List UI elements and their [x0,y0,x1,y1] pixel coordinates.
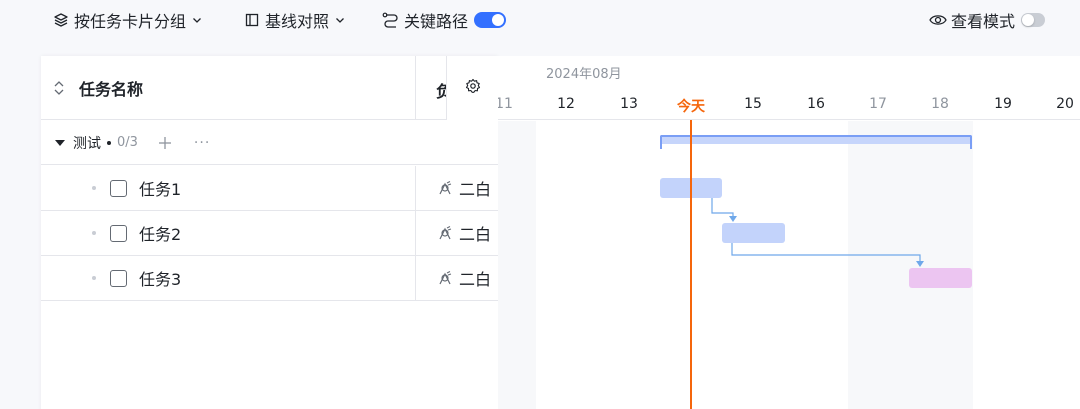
baseline-dropdown[interactable]: 基线对照 [243,8,345,32]
layers-icon [52,11,70,29]
route-icon [382,11,400,29]
collapse-caret-icon[interactable] [55,139,65,146]
table-row[interactable]: 任务1 二白 [41,166,498,211]
critical-path-label: 关键路径 [404,12,469,31]
chevron-down-icon [192,15,202,25]
group-summary-bar[interactable] [660,135,972,149]
avatar-icon [437,225,454,242]
critical-task-bar[interactable] [909,268,972,288]
task-name-cell: 任务2 [41,211,416,255]
more-options-icon[interactable]: ··· [194,135,210,151]
row-bullet [92,276,96,280]
column-settings-button[interactable] [446,56,498,120]
owner-cell[interactable]: 二白 [416,256,498,300]
owner-cell[interactable]: 二白 [416,166,498,210]
task-bar[interactable] [722,223,785,243]
owner-name: 二白 [459,225,492,244]
bar-bracket [970,144,972,149]
today-marker-line [690,120,692,409]
task-checkbox[interactable] [110,224,127,242]
view-mode-switch[interactable] [1021,13,1046,27]
task-name-header[interactable]: 任务名称 [41,56,416,120]
row-bullet [92,186,96,190]
baseline-label: 基线对照 [265,12,330,31]
task-name[interactable]: 任务1 [139,176,181,200]
owner-cell[interactable]: 二白 [416,211,498,255]
group-row[interactable]: 测试 0/3 ··· [41,121,498,165]
group-progress-count: 0/3 [117,135,138,150]
add-task-icon[interactable] [158,136,172,150]
separator-dot [107,140,111,145]
baseline-icon [243,11,261,29]
table-row[interactable]: 任务2 二白 [41,211,498,256]
gear-icon [465,78,481,98]
critical-path-switch[interactable] [474,12,507,28]
task-checkbox[interactable] [110,269,127,287]
task-table: 任务名称 负责人 测试 0/3 ··· 任务1 二白 [41,56,498,409]
task-name[interactable]: 任务3 [139,266,181,290]
group-by-dropdown[interactable]: 按任务卡片分组 [52,8,202,32]
bar-bracket [660,144,662,149]
owner-header-label: 负责人 [436,82,446,101]
owner-name: 二白 [459,180,492,199]
task-name[interactable]: 任务2 [139,221,181,245]
chevron-down-icon [335,15,345,25]
dependency-link [731,242,921,265]
eye-icon [929,11,947,29]
table-row[interactable]: 任务3 二白 [41,256,498,301]
group-name: 测试 [73,135,101,152]
task-name-header-label: 任务名称 [79,79,144,99]
task-checkbox[interactable] [110,179,127,197]
arrow-head-icon [916,261,924,267]
task-name-cell: 任务3 [41,256,416,300]
arrow-head-icon [729,216,737,222]
avatar-icon [437,270,454,287]
gantt-toolbar: 按任务卡片分组 基线对照 关键路径 查看模式 [0,0,1080,40]
owner-name: 二白 [459,270,492,289]
view-mode-label: 查看模式 [951,12,1016,31]
avatar-icon [437,180,454,197]
row-bullet [92,231,96,235]
task-name-cell: 任务1 [41,166,416,210]
critical-path-toggle[interactable]: 关键路径 [382,8,507,32]
group-by-label: 按任务卡片分组 [74,12,187,31]
owner-header[interactable]: 负责人 [416,56,498,120]
sort-icon[interactable] [53,80,67,96]
view-mode-toggle[interactable]: 查看模式 [929,8,1046,32]
dependency-links [711,198,924,267]
gantt-chart: 2024年08月 11 12 13 今天 15 16 17 18 19 20 [498,56,1080,409]
